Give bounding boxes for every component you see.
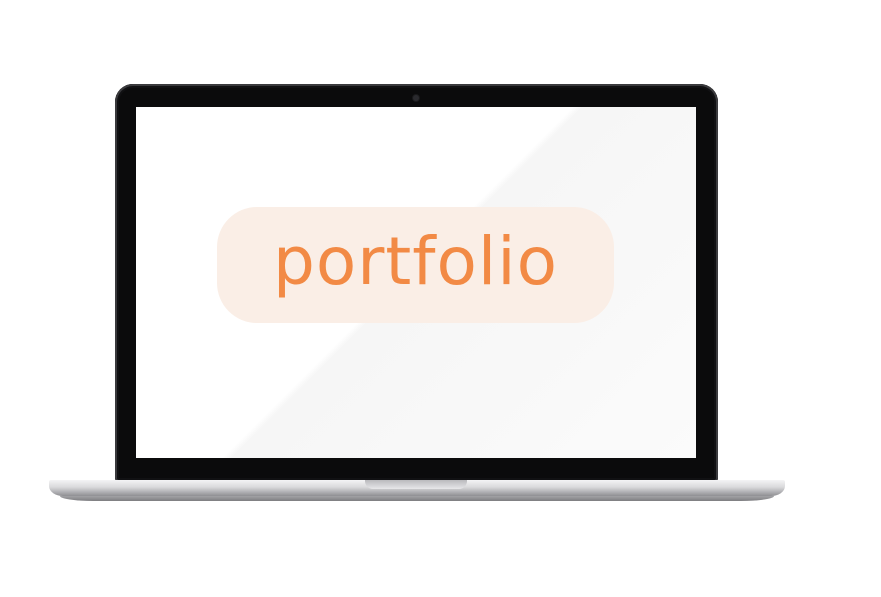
laptop-base-lip (60, 496, 774, 501)
laptop-mockup: portfolio (0, 0, 881, 597)
portfolio-logo: portfolio (217, 207, 614, 323)
webcam-icon (413, 95, 419, 101)
laptop-lid-notch (365, 480, 467, 489)
logo-text: portfolio (273, 223, 558, 300)
